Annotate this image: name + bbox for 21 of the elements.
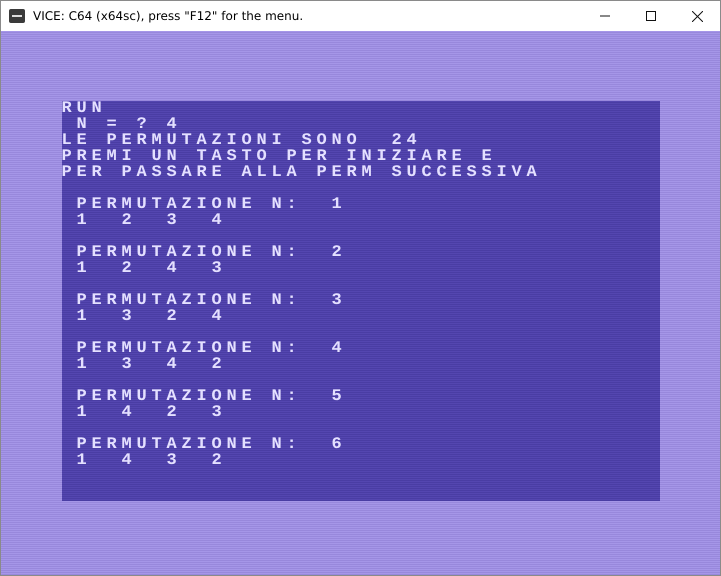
- window-title: VICE: C64 (x64sc), press "F12" for the menu.: [33, 9, 304, 23]
- screen-text-line: PERMUTAZIONE N: 6: [76, 437, 348, 453]
- screen-text-line: N = ? 4: [76, 117, 182, 133]
- screen-text-line: PERMUTAZIONE N: 3: [76, 293, 348, 309]
- screen-text-line: LE PERMUTAZIONI SONO 24: [62, 133, 422, 149]
- screen-text-line: 1 3 2 4: [76, 309, 228, 325]
- screen-text-line: 1 2 4 3: [76, 261, 228, 277]
- screen-text-line: RUN: [62, 101, 108, 117]
- screen-text-line: 1 2 3 4: [76, 213, 228, 229]
- screen-text-line: PERMUTAZIONE N: 4: [76, 341, 348, 357]
- maximize-icon: [646, 11, 656, 21]
- close-icon: [692, 10, 702, 22]
- screen-text-line: PERMUTAZIONE N: 2: [76, 245, 348, 261]
- app-icon: [9, 8, 25, 24]
- screen-text-line: PREMI UN TASTO PER INIZIARE E: [62, 149, 497, 165]
- screen-text-line: PER PASSARE ALLA PERM SUCCESSIVA: [62, 165, 543, 181]
- screen-text-line: 1 4 2 3: [76, 405, 228, 421]
- screen-text-line: PERMUTAZIONE N: 1: [76, 197, 348, 213]
- screen-text-line: 1 4 3 2: [76, 453, 228, 469]
- screen-text-line: PERMUTAZIONE N: 5: [76, 389, 348, 405]
- screen-text-line: 1 3 4 2: [76, 357, 228, 373]
